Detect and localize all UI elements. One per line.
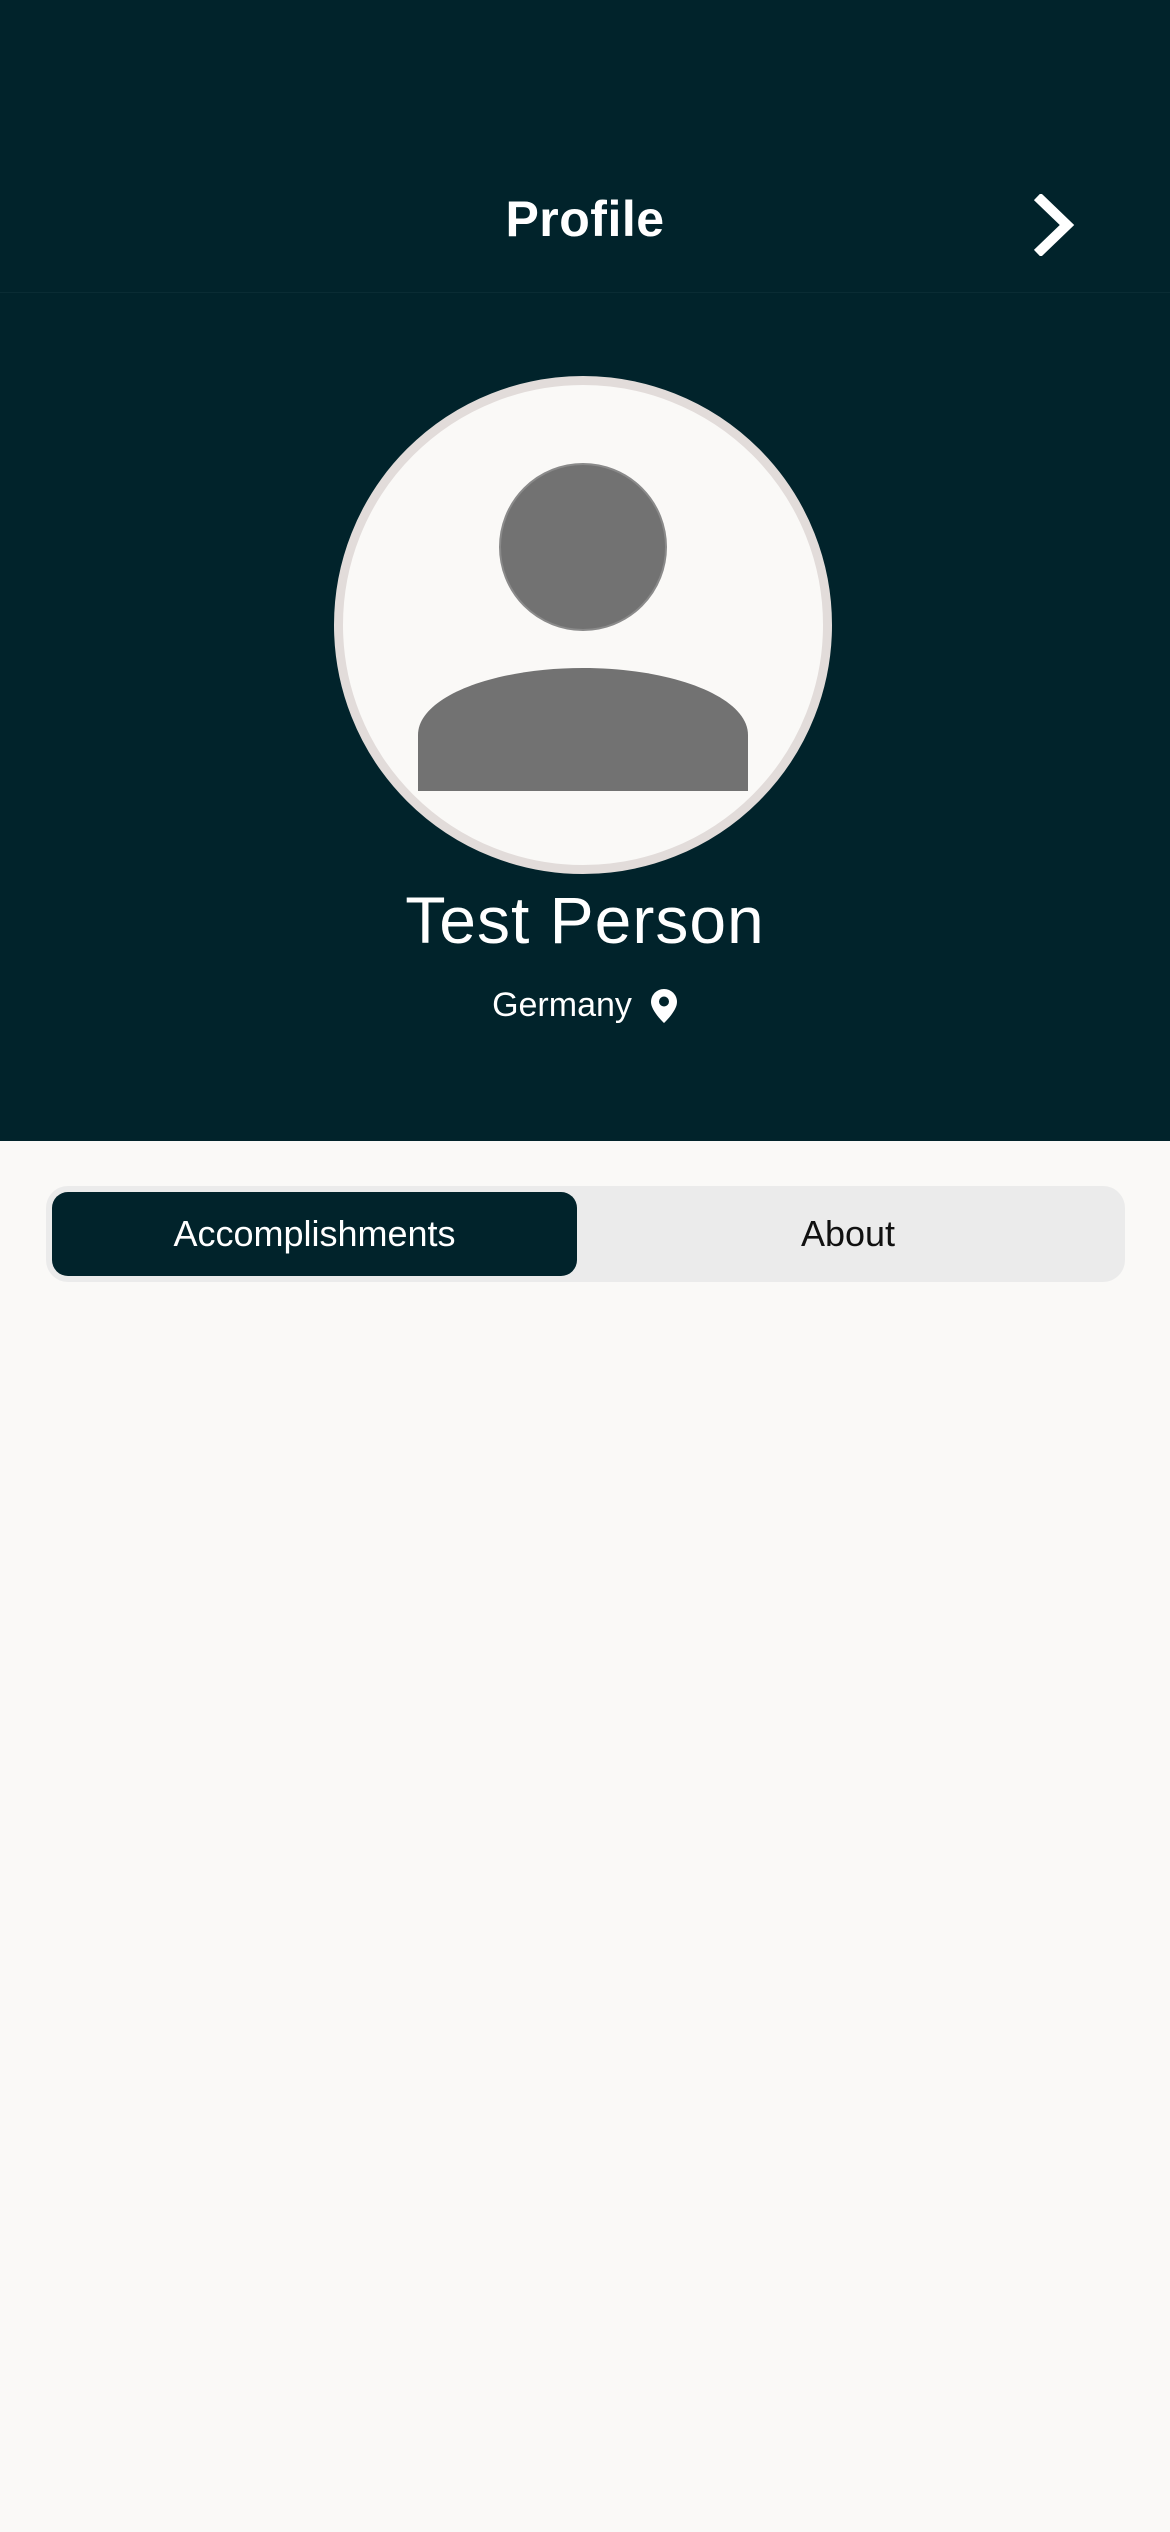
map-pin-icon — [650, 988, 677, 1023]
profile-tabs: Accomplishments About — [46, 1186, 1125, 1282]
forward-button[interactable] — [1020, 185, 1090, 265]
profile-location: Germany — [0, 986, 1170, 1025]
chevron-right-icon — [1033, 194, 1075, 256]
tab-about[interactable]: About — [577, 1192, 1119, 1276]
avatar[interactable] — [334, 376, 832, 874]
location-label: Germany — [492, 986, 632, 1024]
page-title: Profile — [505, 191, 665, 247]
tab-accomplishments[interactable]: Accomplishments — [52, 1192, 577, 1276]
navigation-bar: Profile — [0, 0, 1170, 293]
profile-header: Profile Test Person Germany — [0, 0, 1170, 1141]
profile-name: Test Person — [405, 883, 765, 957]
person-placeholder-icon — [418, 463, 748, 791]
